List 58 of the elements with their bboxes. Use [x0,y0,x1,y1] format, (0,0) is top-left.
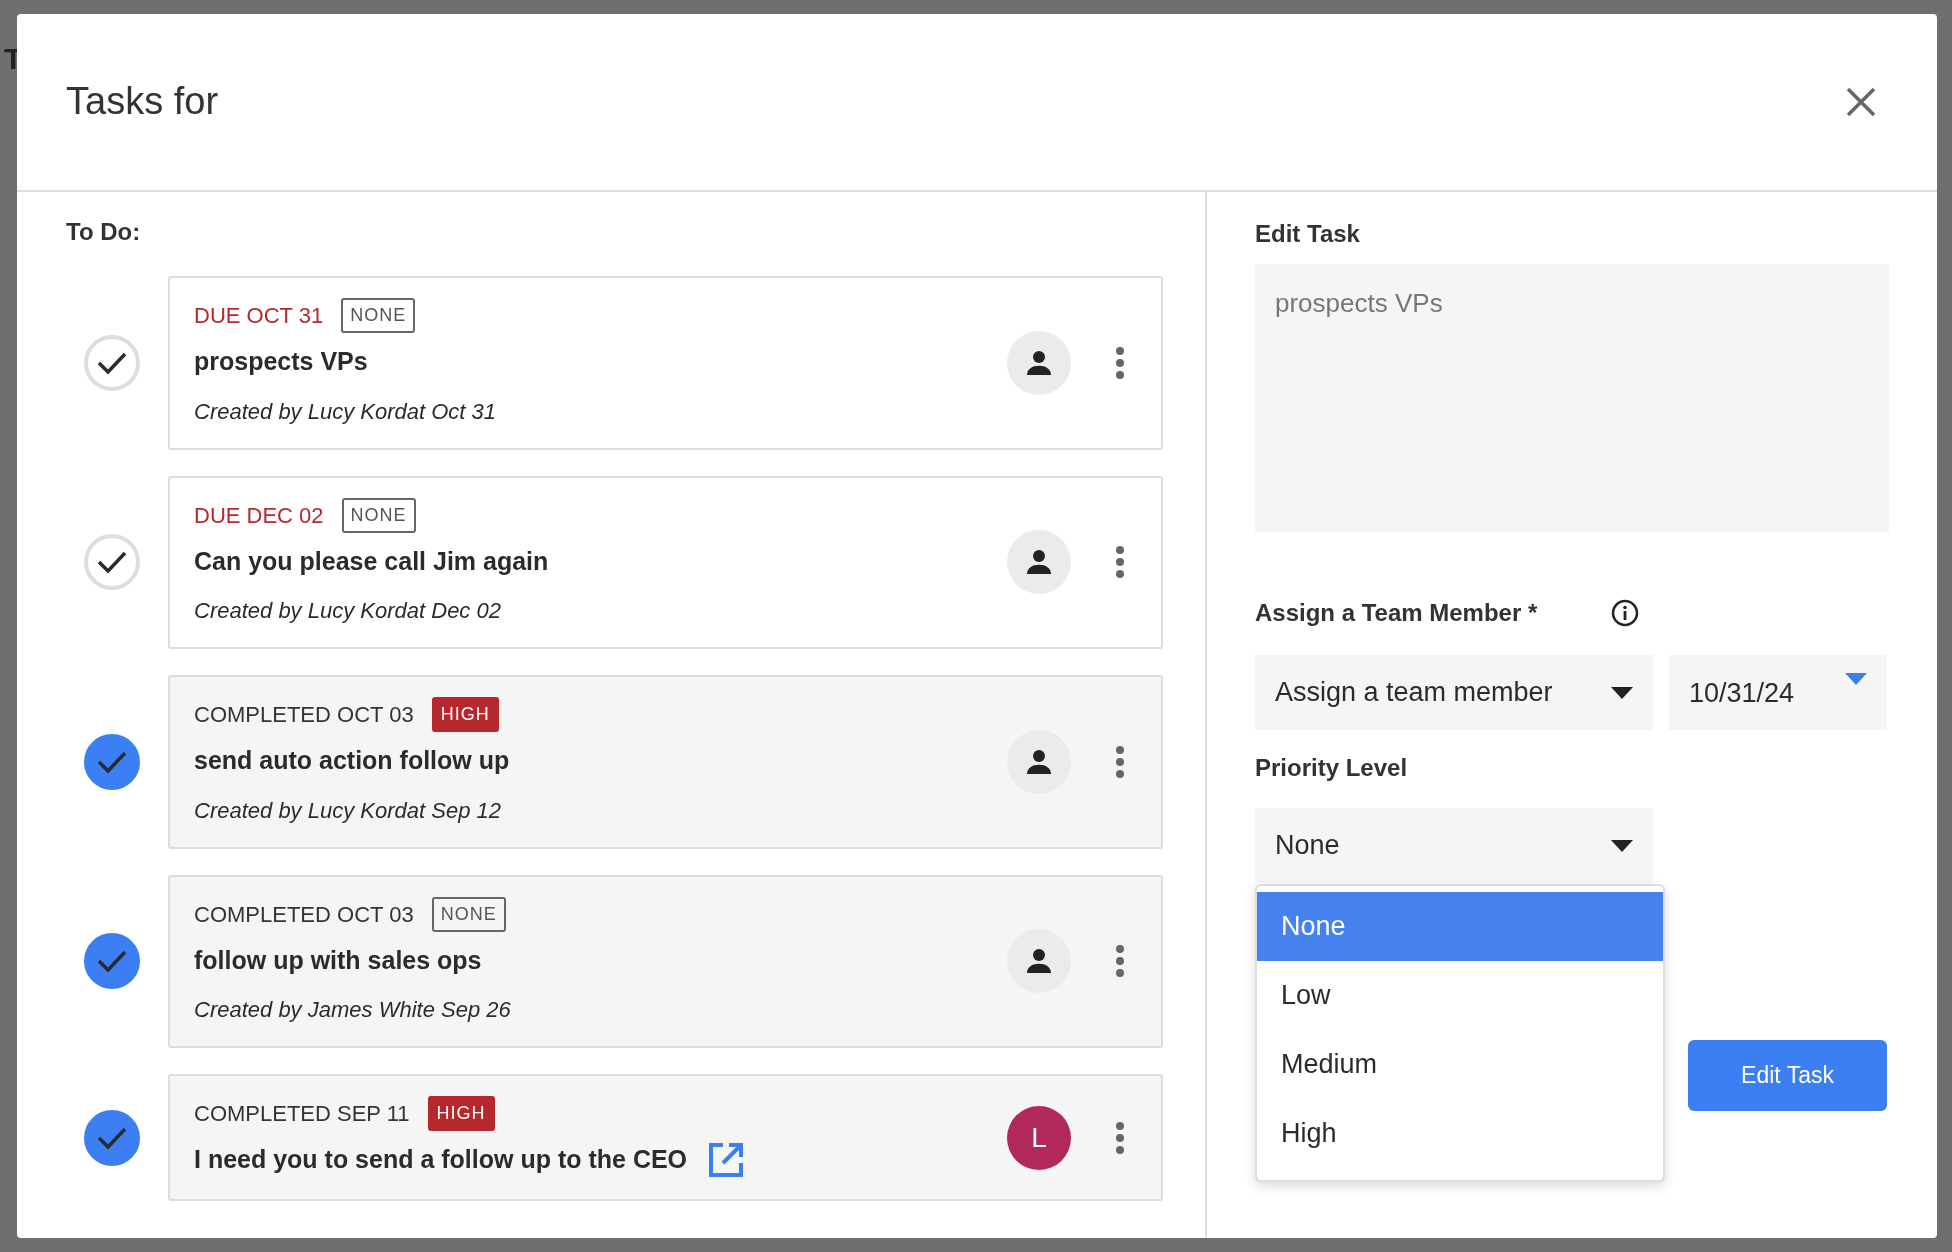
modal-title: Tasks for [66,79,219,125]
task-status: COMPLETED SEP 11 [194,1100,410,1128]
dropdown-item[interactable]: Low [1257,961,1663,1030]
task-status: DUE OCT 31 [194,302,324,330]
caret-icon [1611,839,1633,852]
task-creator: Created by James White Sep 26 [194,996,512,1024]
dropdown-item[interactable]: Medium [1257,1030,1663,1099]
priority-tag: NONE [431,896,506,932]
priority-tag: HIGH [431,697,499,732]
task-creator: Created by Lucy Kordat Oct 31 [194,397,498,426]
more-icon [1115,944,1125,979]
check-icon [97,949,127,974]
more-icon [1115,1120,1125,1155]
check-icon [97,1125,127,1150]
check-icon [97,550,127,575]
task-status: DUE DEC 02 [194,501,324,530]
field-label: Priority Level [1255,753,1409,783]
close-icon [1845,86,1877,118]
priority-tag: HIGH [427,1096,495,1131]
edit-task-button[interactable]: Edit Task [1688,1040,1887,1111]
complete-checkbox[interactable] [84,733,140,790]
member-select[interactable]: Assign a team member [1255,655,1653,730]
more-icon [1115,744,1125,779]
task-creator: Created by Lucy Kordat Dec 02 [194,597,502,625]
priority-tag: NONE [341,497,416,533]
task-title: send auto action follow up [194,745,510,776]
dropdown-item[interactable]: High [1257,1099,1663,1168]
section-label: To Do: [66,217,142,247]
avatar: L [1007,1105,1071,1170]
task-title: prospects VPs [194,346,368,377]
priority-select[interactable]: None [1255,808,1653,883]
more-button[interactable] [1115,744,1125,779]
task-title: follow up with sales ops [194,944,482,976]
caret-icon [1611,686,1633,699]
more-icon [1115,545,1125,580]
task-status: COMPLETED OCT 03 [194,701,414,729]
section-heading: Edit Task [1255,219,1361,249]
external-link-icon[interactable] [707,1141,746,1179]
task-title: I need you to send a follow up to the CEO [194,1144,688,1176]
date-field[interactable]: 10/31/24 [1669,655,1887,730]
more-button[interactable] [1115,345,1125,380]
check-icon [97,350,127,375]
field-label: Assign a Team Member * [1255,598,1538,628]
priority-tag: NONE [341,298,416,333]
task-title: Can you please call Jim again [194,545,549,577]
check-icon [97,749,127,774]
more-button[interactable] [1115,944,1125,979]
task-creator: Created by Lucy Kordat Sep 12 [194,796,502,825]
more-button[interactable] [1115,545,1125,580]
dropdown-item[interactable]: None [1257,892,1663,961]
more-icon [1115,345,1125,380]
caret-icon [1845,673,1867,685]
complete-checkbox[interactable] [84,1109,140,1166]
more-button[interactable] [1115,1120,1125,1155]
description-field[interactable]: prospects VPs [1255,264,1889,532]
info-icon[interactable] [1611,599,1640,627]
task-status: COMPLETED OCT 03 [194,900,414,929]
complete-checkbox[interactable] [84,933,140,990]
